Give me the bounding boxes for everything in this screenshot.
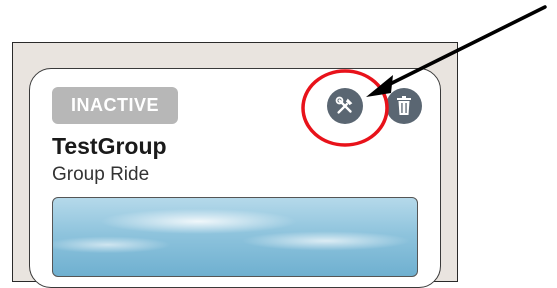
annotation-overlay <box>301 5 547 147</box>
highlight-circle <box>301 69 389 147</box>
pointer-arrow-shaft <box>380 5 547 90</box>
